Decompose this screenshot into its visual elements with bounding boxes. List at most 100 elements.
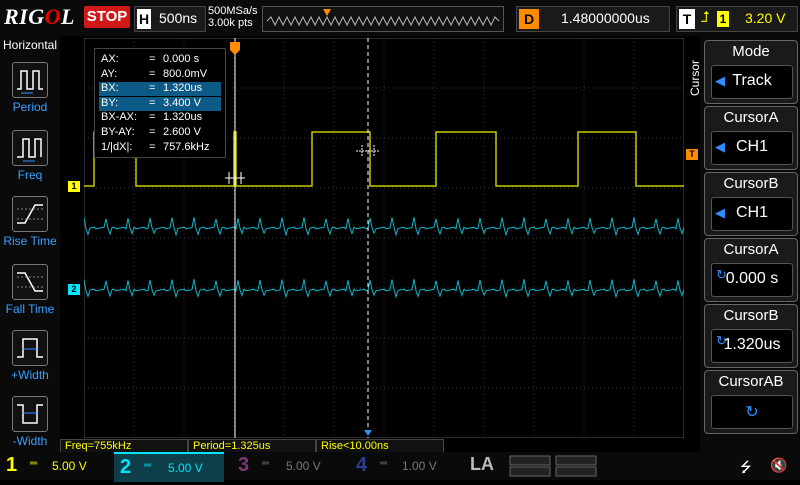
cursor-readout-key: BY:	[101, 96, 119, 109]
cursor-readout-key: AX:	[101, 53, 119, 65]
measure-sidebar: Horizontal Period Freq Rise Time Fall Ti…	[0, 36, 60, 452]
cursor-readout-row: BX: = 1.320us	[99, 82, 221, 97]
pos-width-label: +Width	[11, 368, 49, 382]
rise-time-icon	[12, 196, 48, 232]
cursor-a-source-title: CursorA	[723, 109, 779, 126]
rise-time-label: Rise Time	[3, 234, 57, 248]
cursor-b-source-box: ◀ CH1	[711, 197, 793, 231]
measure-period[interactable]: Period	[0, 56, 60, 122]
la-status[interactable]: LA	[466, 452, 502, 480]
trigger-position-marker-icon	[323, 9, 331, 16]
cursor-b-source-title: CursorB	[723, 175, 779, 192]
cursor-readout-key: BX-AX:	[101, 111, 138, 124]
cursor-readout-key: 1/|dX|:	[101, 140, 133, 153]
cursor-readout-row: AX: = 0.000 s	[99, 53, 221, 67]
sample-info: 500MSa/s 3.00k pts	[208, 5, 258, 29]
usb-icon: ⭍	[740, 459, 752, 475]
cursor-readout-value: 3.400 V	[163, 96, 201, 109]
ch2-offset-marker[interactable]: 2	[68, 284, 80, 295]
cursor-readout-value: 757.6kHz	[163, 140, 210, 153]
cursor-a-source-box: ◀ CH1	[711, 131, 793, 165]
ch3-status[interactable]: 3 ═ 5.00 V	[232, 452, 342, 480]
brand-logo: RIGOL	[4, 4, 75, 29]
cursor-readout-row: BY-AY: = 2.600 V	[99, 126, 221, 140]
measure-category[interactable]: Horizontal	[0, 38, 60, 52]
cursor-a-source-softkey[interactable]: CursorA ◀ CH1	[704, 106, 798, 170]
cursor-b-position-value: 1.320us	[723, 336, 781, 353]
ch1-status[interactable]: 1 ═ 5.00 V	[0, 452, 114, 480]
negative-width-icon	[12, 396, 48, 432]
cursor-readout: AX: = 0.000 s AY: = 800.0mV BX: = 1.320us BY: = 3.4…	[94, 48, 226, 158]
equals-sign: =	[149, 96, 156, 109]
cursor-b-source-softkey[interactable]: CursorB ◀ CH1	[704, 172, 798, 236]
cursor-menu-label: Cursor	[688, 60, 702, 97]
waveform-overview-icon	[266, 9, 500, 27]
run-stop-button[interactable]: STOP	[84, 6, 130, 28]
cursor-ab-softkey[interactable]: CursorAB ↻	[704, 370, 798, 434]
ch1-scale: 5.00 V	[52, 459, 87, 473]
speaker-mute-icon[interactable]: 🔇	[766, 452, 796, 480]
equals-sign: =	[149, 53, 156, 65]
dc-coupling-icon: ═	[30, 458, 38, 469]
cursor-a-position-box: ↻ 0.000 s	[711, 263, 793, 297]
cursor-b-position-box: ↻ 1.320us	[711, 329, 793, 363]
dc-coupling-icon: ═	[144, 460, 152, 471]
measure-pos-width[interactable]: +Width	[0, 324, 60, 390]
positive-width-icon	[12, 330, 48, 366]
ch4-status[interactable]: 4 ═ 1.00 V	[350, 452, 460, 480]
cursor-readout-key: BX:	[101, 82, 119, 95]
cursor-a-position-title: CursorA	[723, 241, 779, 258]
equals-sign: =	[149, 82, 156, 95]
cursor-b-position-softkey[interactable]: CursorB ↻ 1.320us	[704, 304, 798, 368]
fall-time-icon	[12, 264, 48, 300]
cursor-readout-row: 1/|dX|: = 757.6kHz	[99, 141, 221, 155]
cursor-readout-value: 0.000 s	[163, 53, 200, 65]
ch2-scale: 5.00 V	[168, 461, 203, 475]
cursor-readout-key: AY:	[101, 67, 118, 80]
measure-neg-width[interactable]: -Width	[0, 390, 60, 456]
mode-softkey[interactable]: Mode ◀ Track	[704, 40, 798, 104]
top-bar: RIGOL STOP H 500ns 500MSa/s 3.00k pts D …	[0, 0, 800, 36]
cursor-readout-value: 2.600 V	[163, 126, 201, 138]
channel-bar: 1 ═ 5.00 V 2 ═ 5.00 V 3 ═ 5.00 V 4 ═ 1.0…	[0, 452, 800, 482]
delay-value: 1.48000000us	[561, 10, 650, 26]
mode-value: Track	[732, 72, 772, 89]
period-icon	[12, 62, 48, 98]
cursor-a-source-value: CH1	[735, 138, 768, 155]
trigger-box[interactable]: T ⮥ 1 3.20 V	[676, 6, 798, 32]
frequency-icon	[12, 130, 48, 166]
multipurpose-knob-icon: ↻	[745, 404, 759, 421]
equals-sign: =	[149, 140, 156, 153]
equals-sign: =	[149, 126, 156, 138]
measure-rise-time[interactable]: Rise Time	[0, 190, 60, 256]
cursor-readout-key: BY-AY:	[101, 126, 135, 138]
measure-fall-time[interactable]: Fall Time	[0, 258, 60, 324]
ch4-scale: 1.00 V	[402, 459, 437, 473]
delay-label: D	[519, 9, 539, 29]
ch3-scale: 5.00 V	[286, 459, 321, 473]
horizontal-label: H	[137, 9, 151, 29]
cursor-a-position-softkey[interactable]: CursorA ↻ 0.000 s	[704, 238, 798, 302]
cursor-readout-value: 1.320us	[163, 82, 203, 95]
trigger-level: 3.20 V	[745, 10, 786, 26]
cursor-readout-value: 1.320us	[163, 111, 203, 124]
horizontal-timebase[interactable]: H 500ns	[134, 6, 206, 32]
trigger-label: T	[679, 9, 695, 29]
cursor-ab-title: CursorAB	[718, 373, 784, 390]
cursor-ab-box: ↻	[711, 395, 793, 429]
ch2-number: 2	[120, 456, 132, 478]
digital-channels-icon	[508, 452, 604, 480]
ch1-number: 1	[6, 454, 18, 476]
ch1-offset-marker[interactable]: 1	[68, 181, 80, 192]
ch2-status[interactable]: 2 ═ 5.00 V	[114, 452, 224, 482]
ch4-number: 4	[356, 454, 368, 476]
cursor-a-position-value: 0.000 s	[725, 270, 779, 287]
delay-box[interactable]: D 1.48000000us	[516, 6, 670, 32]
equals-sign: =	[149, 111, 156, 124]
dc-coupling-icon: ═	[380, 458, 388, 469]
trigger-level-marker[interactable]: T	[686, 149, 698, 160]
memory-timeline[interactable]	[262, 6, 504, 32]
cursor-readout-row: BX-AX: = 1.320us	[99, 111, 221, 125]
measure-freq[interactable]: Freq	[0, 124, 60, 190]
neg-width-label: -Width	[12, 434, 48, 448]
